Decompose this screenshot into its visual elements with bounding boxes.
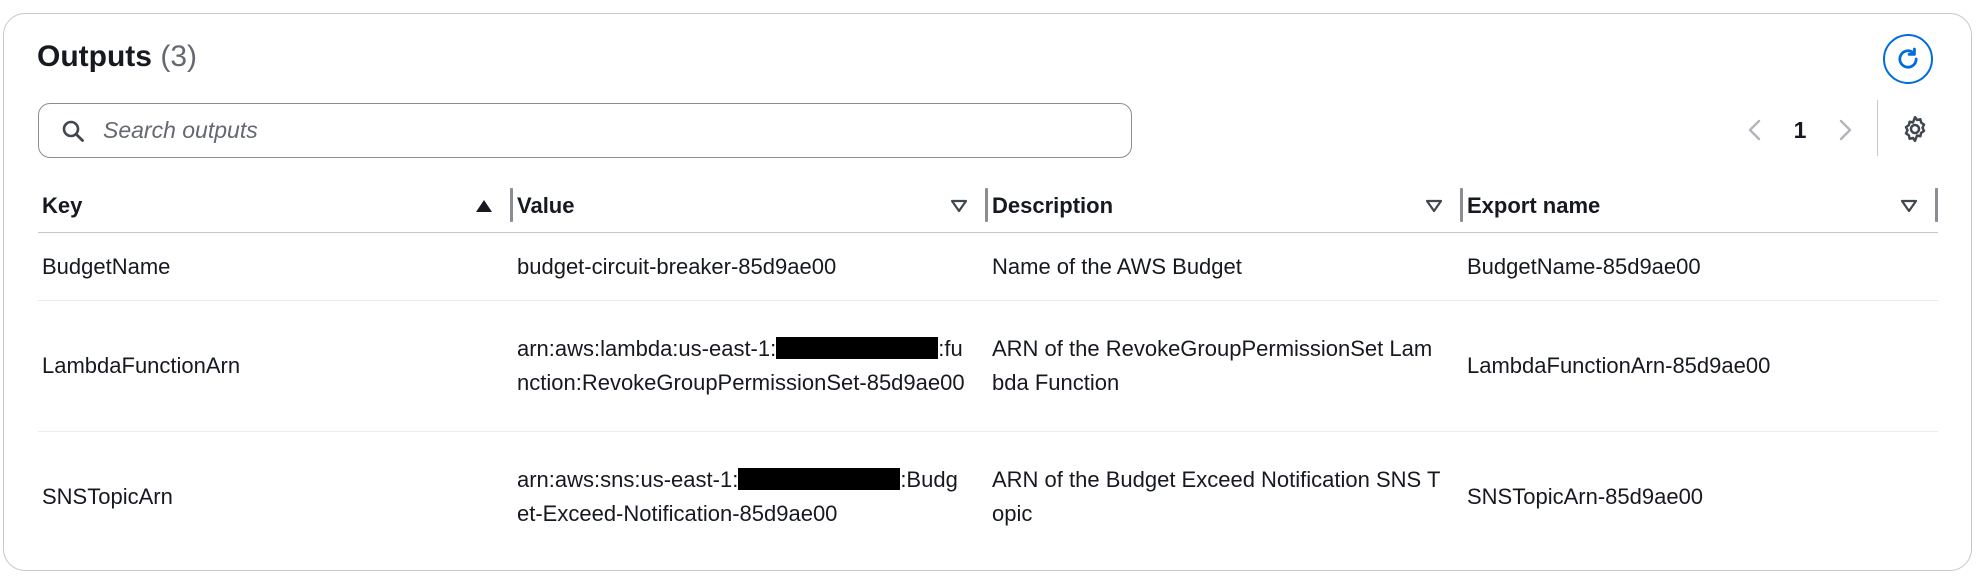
search-icon	[61, 118, 87, 144]
gear-icon	[1904, 115, 1926, 143]
cell-export-name: SNSTopicArn-85d9ae00	[1467, 484, 1704, 510]
pager-divider	[1877, 100, 1878, 156]
next-page-button[interactable]	[1830, 110, 1860, 150]
column-header-description[interactable]: Description	[988, 180, 1463, 233]
refresh-icon	[1898, 47, 1918, 69]
table-header-row: Key Value Description Export name	[38, 180, 1938, 233]
chevron-left-icon	[1748, 119, 1761, 141]
value-prefix: arn:aws:lambda:us-east-1:	[517, 336, 777, 361]
cell-export-name: BudgetName-85d9ae00	[1463, 232, 1938, 301]
cell-key: LambdaFunctionArn	[38, 300, 513, 432]
caret-down-outline-icon[interactable]	[1900, 197, 1918, 215]
value-prefix: arn:aws:sns:us-east-1:	[517, 467, 739, 493]
table-row: SNSTopicArn arn:aws:sns:us-east-1::Budge…	[38, 432, 1938, 563]
column-resizer[interactable]	[1935, 188, 1938, 222]
column-header-value[interactable]: Value	[513, 180, 988, 233]
redacted-account-id	[776, 337, 939, 359]
cell-key: SNSTopicArn	[42, 484, 173, 510]
pagination: 1	[1740, 110, 1860, 150]
redacted-account-id	[738, 468, 901, 491]
table-row: BudgetName budget-circuit-breaker-85d9ae…	[38, 232, 1938, 301]
cell-value: budget-circuit-breaker-85d9ae00	[513, 232, 988, 301]
cell-description: Name of the AWS Budget	[988, 232, 1463, 301]
cell-description: ARN of the RevokeGroupPermissionSet Lamb…	[988, 300, 1463, 432]
chevron-right-icon	[1839, 119, 1852, 141]
cell-description: ARN of the Budget Exceed Notification SN…	[992, 467, 1441, 527]
page-title: Outputs (3)	[37, 40, 197, 74]
cell-export-name: LambdaFunctionArn-85d9ae00	[1463, 300, 1938, 432]
column-header-key[interactable]: Key	[38, 180, 513, 233]
caret-up-filled-icon[interactable]	[475, 197, 493, 215]
caret-down-outline-icon[interactable]	[950, 197, 968, 215]
search-box[interactable]	[38, 103, 1132, 158]
cell-value: arn:aws:sns:us-east-1::Budget-Exceed-Not…	[513, 432, 988, 563]
refresh-button[interactable]	[1883, 34, 1933, 84]
column-header-label: Export name	[1467, 193, 1601, 218]
caret-down-outline-icon[interactable]	[1425, 197, 1443, 215]
column-header-export-name[interactable]: Export name	[1463, 180, 1938, 233]
column-header-label: Description	[992, 193, 1114, 218]
title-text: Outputs	[37, 40, 152, 73]
current-page-number[interactable]: 1	[1770, 117, 1830, 144]
outputs-count: (3)	[160, 40, 197, 73]
search-input[interactable]	[101, 116, 1105, 145]
cell-key: BudgetName	[38, 232, 513, 301]
prev-page-button[interactable]	[1740, 110, 1770, 150]
table-row: LambdaFunctionArn arn:aws:lambda:us-east…	[38, 300, 1938, 432]
preferences-button[interactable]	[1897, 111, 1933, 147]
cell-value: arn:aws:lambda:us-east-1::function:Revok…	[513, 300, 988, 432]
column-header-label: Key	[42, 193, 83, 218]
column-header-label: Value	[517, 193, 575, 218]
outputs-table: Key Value Description Export name Budget…	[38, 180, 1938, 563]
